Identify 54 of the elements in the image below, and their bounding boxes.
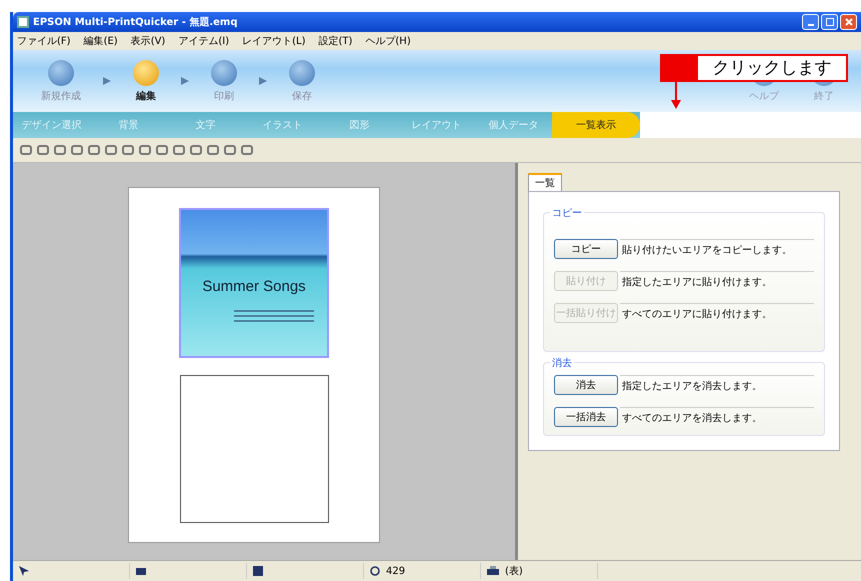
tool-icon[interactable]	[19, 143, 33, 157]
step-arrow-icon	[181, 77, 189, 85]
design-title-text: Summer Songs	[202, 278, 306, 295]
tab[interactable]: 一覧表示	[552, 112, 640, 138]
tool-icon[interactable]	[36, 143, 50, 157]
size-icon	[253, 566, 263, 576]
action-description: 指定したエリアを消去します。	[620, 375, 814, 395]
tool-icon[interactable]	[189, 143, 203, 157]
action-button[interactable]: 一括消去	[554, 407, 618, 427]
menu-item[interactable]: 編集(E)	[84, 34, 118, 48]
tool-icon[interactable]	[104, 143, 118, 157]
tool-icon[interactable]	[223, 143, 237, 157]
tool-icon[interactable]	[240, 143, 254, 157]
callout-text: クリックします	[712, 57, 832, 80]
move-icon	[136, 566, 146, 576]
step-arrow-icon	[259, 77, 267, 85]
tool-icon[interactable]	[53, 143, 67, 157]
printer-icon	[487, 566, 499, 576]
action-button[interactable]: コピー	[554, 239, 618, 259]
menu-item[interactable]: レイアウト(L)	[242, 34, 306, 48]
tool-icon[interactable]	[87, 143, 101, 157]
action-description: すべてのエリアに貼り付けます。	[620, 303, 814, 323]
app-icon	[17, 16, 29, 28]
action-description: すべてのエリアを消去します。	[620, 407, 814, 427]
window-title: EPSON Multi-PrintQuicker - 無題.emq	[33, 16, 238, 29]
tool-icon[interactable]	[155, 143, 169, 157]
group-title: 消去	[550, 356, 574, 370]
tool-icon[interactable]	[138, 143, 152, 157]
maximize-icon	[826, 18, 834, 26]
tool-icon[interactable]	[206, 143, 220, 157]
empty-area[interactable]	[180, 375, 328, 523]
action-description: 指定したエリアに貼り付けます。	[620, 271, 814, 291]
cursor-icon	[19, 566, 29, 576]
tool-icon[interactable]	[172, 143, 186, 157]
zoom-icon	[370, 566, 380, 576]
menu-item[interactable]: アイテム(I)	[178, 34, 230, 48]
close-button[interactable]	[840, 14, 857, 30]
menu-item[interactable]: ヘルプ(H)	[365, 34, 411, 48]
menu-item[interactable]: ファイル(F)	[17, 34, 71, 48]
group-title: コピー	[550, 206, 584, 220]
step-arrow-icon	[103, 77, 111, 85]
close-icon	[844, 18, 852, 26]
status-text: 429	[386, 566, 406, 576]
minimize-button[interactable]	[802, 14, 819, 30]
status-text: (表)	[505, 564, 523, 578]
photo-placeholder[interactable]: Summer Songs	[179, 208, 329, 358]
tool-icon[interactable]	[121, 143, 135, 157]
maximize-button[interactable]	[821, 14, 838, 30]
action-description: 貼り付けたいエリアをコピーします。	[620, 239, 814, 259]
panel-tab[interactable]: 一覧	[528, 173, 562, 191]
action-button[interactable]: 消去	[554, 375, 618, 395]
tool-icon[interactable]	[70, 143, 84, 157]
menu-item[interactable]: 設定(T)	[318, 34, 352, 48]
menu-item[interactable]: 表示(V)	[130, 34, 166, 48]
